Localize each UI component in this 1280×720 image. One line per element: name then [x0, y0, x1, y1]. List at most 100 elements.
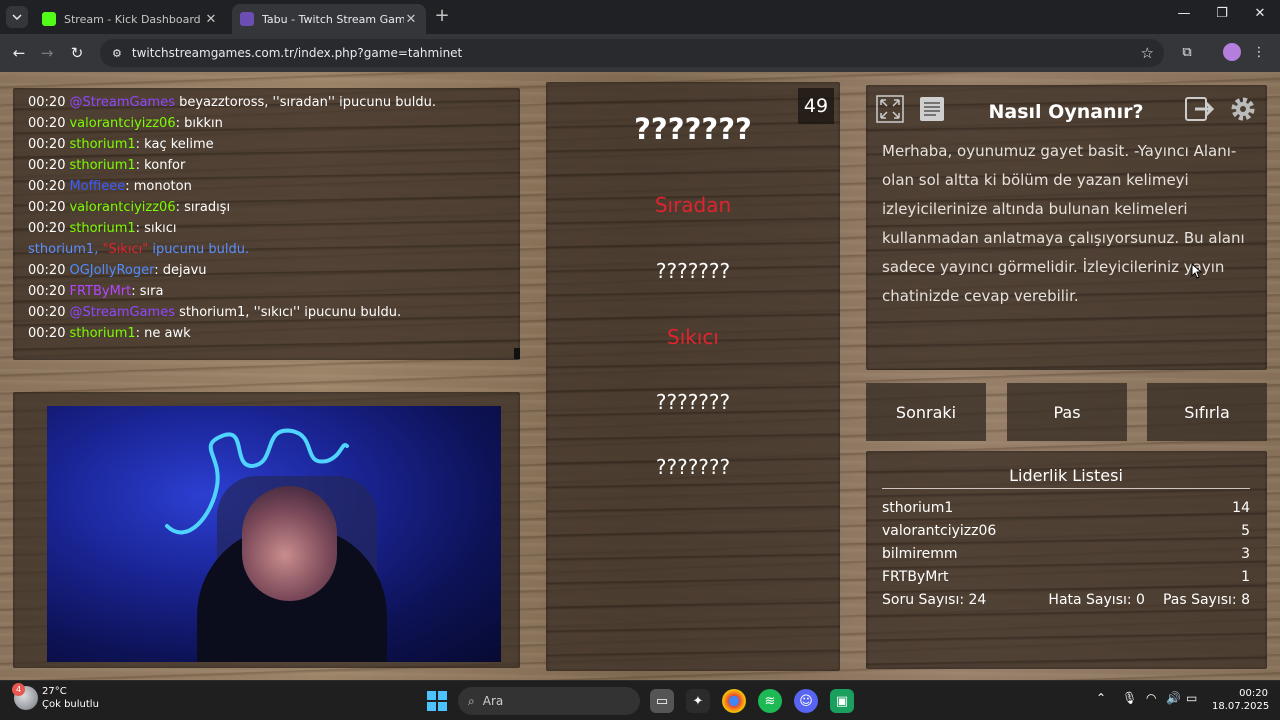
message-user[interactable]: valorantciyizz06: [69, 200, 175, 215]
pass-button[interactable]: Pas: [1007, 383, 1127, 441]
tab-kick-dashboard[interactable]: Stream - Kick Dashboard ✕: [34, 4, 226, 34]
settings-gear-icon[interactable]: [1227, 93, 1259, 125]
message-time: 00:20: [28, 95, 66, 110]
extensions-icon[interactable]: ⧉: [1176, 42, 1198, 64]
player-score: 14: [1232, 500, 1250, 516]
pass-count: Pas Sayısı: 8: [1162, 592, 1250, 608]
profile-avatar[interactable]: [1223, 43, 1241, 61]
back-button[interactable]: ←: [8, 42, 30, 64]
chat-message: 00:20 sthorium1: sıkıcı: [28, 218, 520, 239]
streamer-video: [47, 406, 501, 662]
chat-message: 00:20 @StreamGames beyazztoross, ''sırada…: [28, 92, 520, 113]
wifi-icon[interactable]: ◠: [1146, 691, 1156, 705]
bookmark-star-icon[interactable]: ☆: [1141, 44, 1154, 62]
chat-scrollbar[interactable]: [514, 348, 520, 359]
word-card-panel: [546, 82, 840, 671]
chat-message: 00:20 sthorium1: kaç kelime: [28, 134, 520, 155]
message-user[interactable]: sthorium1: [69, 137, 135, 152]
message-user[interactable]: OGJollyRoger: [69, 263, 154, 278]
tab-title: Stream - Kick Dashboard: [64, 12, 201, 26]
tab-search-button[interactable]: [6, 6, 28, 28]
message-time: 00:20: [28, 179, 66, 194]
chat-message: 00:20 Moffieee: monoton: [28, 176, 520, 197]
menu-icon[interactable]: ⋮: [1248, 42, 1270, 64]
player-name: sthorium1: [882, 500, 954, 516]
message-text: : sıradışı: [175, 200, 231, 215]
task-view-icon[interactable]: ▭: [650, 689, 674, 713]
tab-tabu-twitch[interactable]: Tabu - Twitch Stream Games ✕: [232, 4, 426, 34]
weather-temp: 27°C: [42, 686, 67, 697]
chat-message: 00:20 valorantciyizz06: sıradışı: [28, 197, 520, 218]
leaderboard-row: bilmiremm 3: [882, 546, 1250, 562]
error-count: Hata Sayısı: 0: [1048, 592, 1145, 608]
hint-word-1: Sıradan: [654, 193, 732, 217]
maximize-button[interactable]: ❐: [1208, 6, 1236, 26]
address-bar[interactable]: ⚙ twitchstreamgames.com.tr/index.php?gam…: [100, 39, 1164, 67]
chat-message: 00:20 FRTByMrt: sıra: [28, 281, 520, 302]
battery-icon[interactable]: ▭: [1186, 691, 1197, 705]
message-user[interactable]: Moffieee: [69, 179, 125, 194]
message-text: beyazztoross, ''sıradan'' ipucunu buldu.: [174, 95, 436, 110]
app-green-icon[interactable]: ▣: [830, 689, 854, 713]
volume-icon[interactable]: 🔊: [1166, 691, 1181, 705]
message-time: 00:20: [28, 305, 66, 320]
fullscreen-icon[interactable]: [874, 93, 906, 125]
browser-tabbar: Stream - Kick Dashboard ✕ Tabu - Twitch …: [0, 0, 1280, 34]
microphone-icon[interactable]: 🎙: [1122, 691, 1137, 705]
chevron-down-icon: [12, 14, 22, 21]
reset-button[interactable]: Sıfırla: [1147, 383, 1267, 441]
windows-start-icon[interactable]: [427, 691, 447, 711]
spotify-icon[interactable]: ≋: [758, 689, 782, 713]
cloud-icon: 4: [12, 683, 38, 710]
message-user[interactable]: FRTByMrt: [69, 284, 131, 299]
leaderboard-row: FRTByMrt 1: [882, 569, 1250, 585]
reload-button[interactable]: ↻: [66, 42, 88, 64]
close-icon[interactable]: ✕: [404, 12, 418, 27]
message-time: 00:20: [28, 116, 66, 131]
message-user[interactable]: sthorium1: [69, 326, 135, 341]
close-icon[interactable]: ✕: [204, 12, 218, 27]
message-user[interactable]: valorantciyizz06: [69, 116, 175, 131]
weather-widget[interactable]: 4 27°C Çok bulutlu: [12, 683, 99, 711]
next-button[interactable]: Sonraki: [866, 383, 986, 441]
document-icon[interactable]: [916, 93, 948, 125]
logout-icon[interactable]: [1184, 93, 1216, 125]
message-time: 00:20: [28, 158, 66, 173]
leaderboard-row: sthorium1 14: [882, 500, 1250, 516]
chat-message: 00:20 valorantciyizz06: bıkkın: [28, 113, 520, 134]
discord-icon[interactable]: ☺: [794, 689, 818, 713]
close-window-button[interactable]: ✕: [1246, 6, 1274, 26]
streamer-head: [242, 486, 337, 601]
message-text: : ne awk: [135, 326, 191, 341]
taskbar-search[interactable]: ⌕ Ara: [458, 687, 640, 715]
how-to-play-text: Merhaba, oyunumuz gayet basit. -Yayıncı …: [882, 142, 1245, 305]
weather-desc: Çok bulutlu: [42, 699, 99, 710]
message-time: 00:20: [28, 200, 66, 215]
message-user[interactable]: @StreamGames: [69, 305, 175, 320]
message-time: 00:20: [28, 137, 66, 152]
system-clock[interactable]: 00:20 18.07.2025: [1212, 687, 1269, 713]
minimize-button[interactable]: —: [1170, 6, 1198, 26]
windows-taskbar: 4 27°C Çok bulutlu ⌕ Ara ▭ ✦ ≋ ☺ ▣ ⌃ 🎙 ◠…: [0, 680, 1280, 720]
leaderboard-row: valorantciyizz06 5: [882, 523, 1250, 539]
player-name: bilmiremm: [882, 546, 958, 562]
player-score: 1: [1241, 569, 1250, 585]
chrome-icon[interactable]: [722, 689, 746, 713]
forward-button[interactable]: →: [36, 42, 58, 64]
message-user[interactable]: sthorium1: [69, 158, 135, 173]
hint-word-3: Sıkıcı: [667, 325, 719, 349]
notice-text: ipucunu buldu.: [152, 242, 250, 257]
how-to-play-title: Nasıl Oynanır?: [988, 101, 1144, 123]
site-info-icon[interactable]: ⚙: [112, 47, 122, 60]
notice-user: sthorium1,: [28, 242, 103, 257]
chevron-up-icon[interactable]: ⌃: [1096, 691, 1106, 705]
message-time: 00:20: [28, 263, 66, 278]
message-time: 00:20: [28, 221, 66, 236]
new-tab-button[interactable]: +: [432, 6, 452, 26]
app-icon[interactable]: ✦: [686, 689, 710, 713]
message-user[interactable]: @StreamGames: [69, 95, 175, 110]
search-placeholder: Ara: [482, 694, 504, 708]
message-user[interactable]: sthorium1: [69, 221, 135, 236]
chat-message: 00:20 OGJollyRoger: dejavu: [28, 260, 520, 281]
player-name: FRTByMrt: [882, 569, 949, 585]
